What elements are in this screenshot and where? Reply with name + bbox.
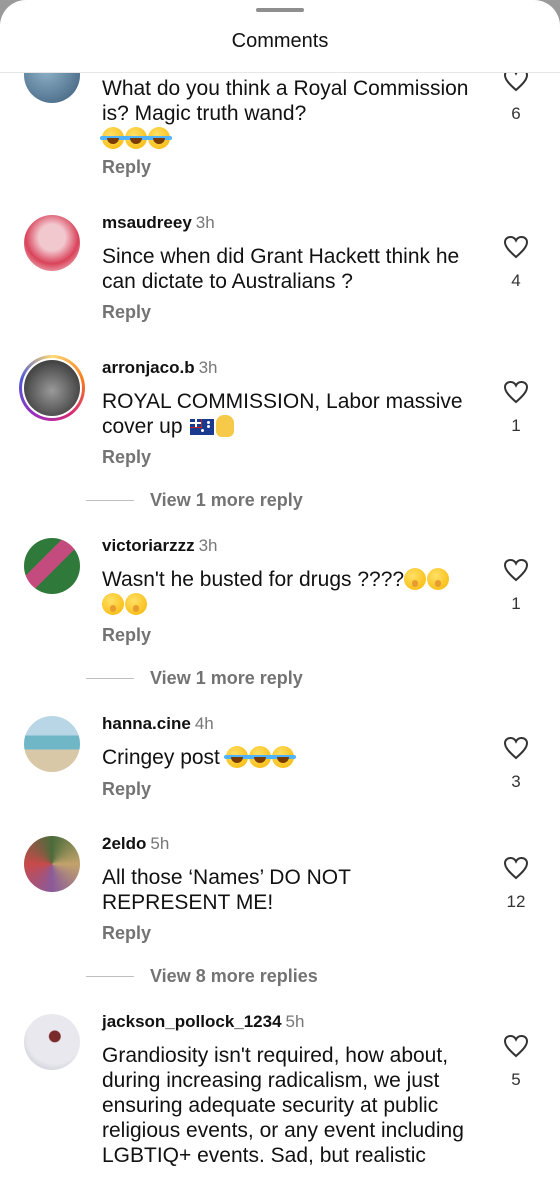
username[interactable]: jackson_pollock_1234 (102, 1012, 282, 1031)
thread-line (86, 499, 134, 501)
raised-hand-icon (216, 415, 235, 437)
heart-icon (503, 1034, 529, 1058)
avatar[interactable] (24, 73, 80, 103)
view-more-replies[interactable]: View 8 more replies (86, 965, 318, 987)
comment-text: Wasn't he busted for drugs ???? (102, 567, 482, 617)
avatar[interactable] (24, 360, 80, 416)
sheet-title: Comments (231, 30, 329, 52)
laughing-emoji-icon (223, 746, 296, 769)
like-count: 5 (511, 1070, 521, 1089)
comment-text: ROYAL COMMISSION, Labor massive cover up (102, 390, 463, 438)
heart-icon (503, 235, 529, 259)
avatar[interactable] (24, 836, 80, 892)
comment-text: Grandiosity isn't required, how about, d… (102, 1044, 464, 1167)
timestamp: 3h (198, 358, 218, 377)
timestamp: 5h (150, 834, 170, 853)
timestamp: 4h (194, 714, 214, 733)
view-more-replies[interactable]: View 1 more reply (86, 667, 303, 689)
reply-button[interactable]: Reply (102, 923, 151, 944)
heart-icon (503, 856, 529, 880)
reply-button[interactable]: Reply (102, 447, 151, 468)
like-button[interactable]: 1 (500, 380, 532, 436)
like-count: 1 (511, 594, 521, 613)
comment-text: What do you think a Royal Commission is?… (100, 76, 482, 151)
comment-meta: 2eldo 5h (102, 834, 169, 854)
comments-list[interactable]: What do you think a Royal Commission is?… (0, 73, 560, 1200)
australia-flag-icon (190, 419, 215, 435)
comment-text: All those ‘Names’ DO NOT REPRESENT ME! (102, 866, 351, 914)
reply-button[interactable]: Reply (102, 625, 151, 646)
sheet-grabber-handle[interactable] (256, 8, 304, 12)
like-count: 1 (511, 416, 521, 435)
comment-text: Since when did Grant Hackett think he ca… (102, 245, 460, 293)
like-button[interactable]: 4 (500, 235, 532, 291)
timestamp: 3h (198, 536, 218, 555)
avatar[interactable] (24, 1014, 80, 1070)
heart-icon (503, 380, 529, 404)
reply-button[interactable]: Reply (102, 302, 151, 323)
thread-line (86, 975, 134, 977)
timestamp: 3h (195, 213, 215, 232)
story-ring[interactable] (19, 355, 85, 421)
view-more-replies[interactable]: View 1 more reply (86, 489, 303, 511)
username[interactable]: victoriarzzz (102, 536, 195, 555)
like-count: 6 (511, 104, 521, 123)
laughing-emoji-icon (100, 127, 172, 150)
heart-icon (503, 736, 529, 760)
comment-meta: victoriarzzz 3h (102, 536, 218, 556)
username[interactable]: msaudreey (102, 213, 192, 232)
comment-meta: arronjaco.b 3h (102, 358, 218, 378)
like-count: 3 (511, 772, 521, 791)
username[interactable]: 2eldo (102, 834, 146, 853)
like-count: 12 (506, 892, 526, 911)
username[interactable]: arronjaco.b (102, 358, 195, 377)
heart-icon (503, 558, 529, 582)
comment-meta: msaudreey 3h (102, 213, 215, 233)
heart-icon (503, 73, 529, 92)
comment-meta: hanna.cine 4h (102, 714, 214, 734)
username[interactable]: hanna.cine (102, 714, 191, 733)
comments-sheet: Comments What do you think a Royal Commi… (0, 0, 560, 1200)
comment-text: Cringey post (102, 745, 482, 770)
reply-button[interactable]: Reply (102, 779, 151, 800)
avatar[interactable] (24, 716, 80, 772)
thread-line (86, 677, 134, 679)
avatar[interactable] (24, 215, 80, 271)
timestamp: 5h (285, 1012, 305, 1031)
like-button[interactable]: 12 (500, 856, 532, 912)
avatar[interactable] (24, 538, 80, 594)
reply-button[interactable]: Reply (102, 157, 151, 178)
like-count: 4 (511, 271, 521, 290)
like-button[interactable]: 6 (500, 73, 532, 124)
comment-meta: jackson_pollock_1234 5h (102, 1012, 304, 1032)
like-button[interactable]: 5 (500, 1034, 532, 1090)
like-button[interactable]: 3 (500, 736, 532, 792)
like-button[interactable]: 1 (500, 558, 532, 614)
